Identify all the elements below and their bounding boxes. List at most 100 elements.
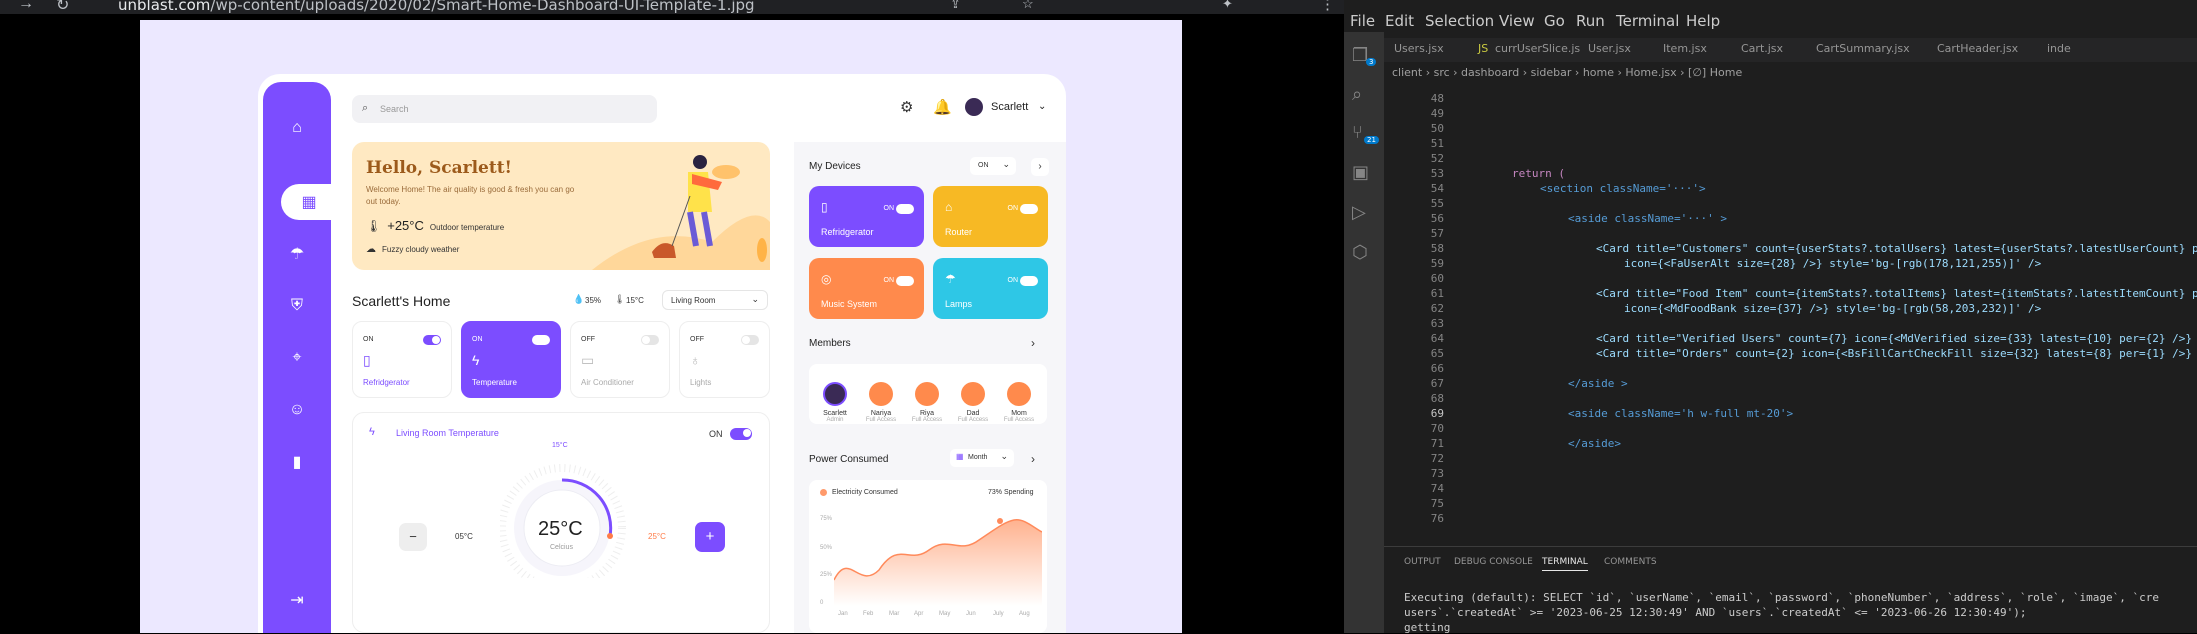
home-title: Scarlett's Home [352, 293, 451, 309]
users-icon: ☺ [288, 401, 306, 418]
code-editor[interactable]: 48 49 50 51 52 53 54 55 56 57 58 59 60 6… [1384, 86, 2197, 546]
home-icon: ⌂ [292, 119, 302, 136]
menu-file[interactable]: File [1350, 12, 1375, 30]
tab-cartsummary-jsx[interactable]: CartSummary.jsx [1816, 42, 1910, 55]
y-tick: 50% [820, 545, 833, 551]
member-name: Nariya [870, 410, 892, 417]
fridge-icon: ▯ [363, 352, 371, 368]
menu-bar: File Edit Selection View Go Run Terminal… [1344, 12, 2197, 32]
tab-cart-jsx[interactable]: Cart.jsx [1741, 42, 1783, 55]
humidity-icon: 💧 [573, 294, 585, 304]
line-number: 60 [1430, 272, 1444, 285]
line-number: 74 [1430, 482, 1444, 495]
tab-comments[interactable]: COMMENTS [1604, 557, 1657, 567]
dial-sub: Celcius [550, 544, 573, 551]
activity-bar: ❐ 3 ⌕ ⑂ 21 ▣ ▷ ⬡ [1344, 32, 1384, 633]
code-line-62: icon={<MdFoodBank size={37} />} style='b… [1624, 302, 2042, 315]
device-name: Refridgerator [821, 227, 874, 237]
tab-users-jsx[interactable]: Users.jsx [1394, 42, 1444, 55]
extensions-icon[interactable]: ✦ [1222, 0, 1233, 12]
editor-tabs: Users.jsx JS currUserSlice.js User.jsx I… [1384, 38, 2197, 62]
extensions-icon[interactable]: ▣ [1352, 162, 1369, 183]
shield-icon: ⛨ [290, 297, 303, 314]
x-tick: Jun [966, 611, 976, 617]
more-icon[interactable]: ⋮ [1320, 0, 1335, 13]
menu-go[interactable]: Go [1544, 12, 1565, 30]
x-tick: Mar [889, 611, 900, 617]
member-nariya: Nariya Full Access [861, 382, 901, 423]
tab-cartheader-jsx[interactable]: CartHeader.jsx [1937, 42, 2018, 55]
line-number: 66 [1430, 362, 1444, 375]
card-state: ON [472, 336, 483, 343]
line-number: 50 [1430, 122, 1444, 135]
member-name: Dad [966, 410, 980, 417]
bookmark-icon[interactable]: ☆ [1022, 0, 1034, 12]
x-tick: July [993, 611, 1004, 617]
member-name: Scarlett [823, 410, 847, 417]
line-number: 63 [1430, 317, 1444, 330]
menu-run[interactable]: Run [1576, 12, 1605, 30]
menu-terminal[interactable]: Terminal [1616, 12, 1679, 30]
tab-user-jsx[interactable]: User.jsx [1588, 42, 1631, 55]
forward-icon[interactable]: → [18, 0, 34, 13]
address-bar[interactable]: unblast.com/wp-content/uploads/2020/02/S… [118, 0, 755, 14]
device-tile-refridgerator: ▯ ON Refridgerator [809, 186, 924, 247]
card-label: Air Conditioner [581, 378, 634, 387]
tab-curruserslice-js[interactable]: currUserSlice.js [1495, 42, 1580, 55]
hello-title: Hello, Scarlett! [366, 158, 513, 178]
remote-icon[interactable]: ⬡ [1352, 242, 1368, 263]
legend-dot-icon [820, 489, 827, 496]
vscode-window: File Edit Selection View Go Run Terminal… [1344, 0, 2197, 634]
line-number: 71 [1430, 437, 1444, 450]
code-line-54: <section className='···'> [1540, 182, 1706, 195]
card-label: Refridgerator [363, 378, 410, 387]
chevron-down-icon: ⌄ [751, 294, 759, 304]
menu-selection[interactable]: Selection [1425, 12, 1494, 30]
reload-icon[interactable]: ↻ [56, 0, 69, 15]
share-icon[interactable]: ⇪ [950, 0, 961, 12]
terminal-line: Executing (default): SELECT `id`, `userN… [1404, 591, 2159, 604]
toggle-on [532, 335, 550, 345]
tab-debug-console[interactable]: DEBUG CONSOLE [1454, 557, 1533, 567]
line-number: 53 [1430, 167, 1444, 180]
device-name: Lamps [945, 299, 973, 309]
source-control-icon[interactable]: ⑂ [1352, 122, 1363, 143]
decrease-button: − [399, 523, 427, 551]
dial-right-label: 25°C [648, 532, 666, 541]
tab-item-jsx[interactable]: Item.jsx [1663, 42, 1707, 55]
gear-icon: ⚙ [900, 99, 914, 116]
girl-walking-dog-illustration [592, 155, 770, 270]
line-number: 54 [1430, 182, 1444, 195]
logout-icon: ⇥ [290, 592, 304, 609]
menu-edit[interactable]: Edit [1385, 12, 1414, 30]
card-state: ON [363, 336, 374, 343]
my-devices-title: My Devices [809, 161, 861, 172]
lamp-icon: ☂ [945, 272, 956, 286]
card-label: Lights [690, 378, 712, 387]
line-number: 51 [1430, 137, 1444, 150]
member-role: Admin [826, 417, 844, 423]
member-role: Full Access [1003, 417, 1035, 423]
explorer-badge: 3 [1366, 58, 1377, 66]
code-line-71: </aside> [1568, 437, 1621, 450]
menu-view[interactable]: View [1499, 12, 1535, 30]
run-debug-icon[interactable]: ▷ [1352, 202, 1366, 223]
member-role: Full Access [911, 417, 943, 423]
chevron-right-icon: › [1031, 336, 1035, 350]
x-tick: Aug [1019, 611, 1030, 617]
chevron-down-icon: ⌄ [1038, 101, 1047, 112]
lightning-icon: ϟ [369, 426, 375, 438]
tab-output[interactable]: OUTPUT [1404, 557, 1441, 567]
lamp-icon: ☂ [289, 246, 305, 263]
device-name: Music System [821, 299, 878, 309]
search-icon[interactable]: ⌕ [1352, 84, 1362, 105]
avatar [915, 382, 939, 406]
tab-index[interactable]: inde [2047, 42, 2071, 55]
dial-left-label: 05°C [455, 532, 473, 541]
menu-help[interactable]: Help [1686, 12, 1720, 30]
tab-terminal[interactable]: TERMINAL [1542, 557, 1588, 571]
chevron-right-icon: › [1031, 158, 1049, 176]
code-line-65: <Card title="Orders" count={2} icon={<Bs… [1596, 347, 2197, 360]
breadcrumb[interactable]: client › src › dashboard › sidebar › hom… [1392, 66, 1742, 79]
code-line-59: icon={<FaUserAlt size={28} />} style='bg… [1624, 257, 2042, 270]
